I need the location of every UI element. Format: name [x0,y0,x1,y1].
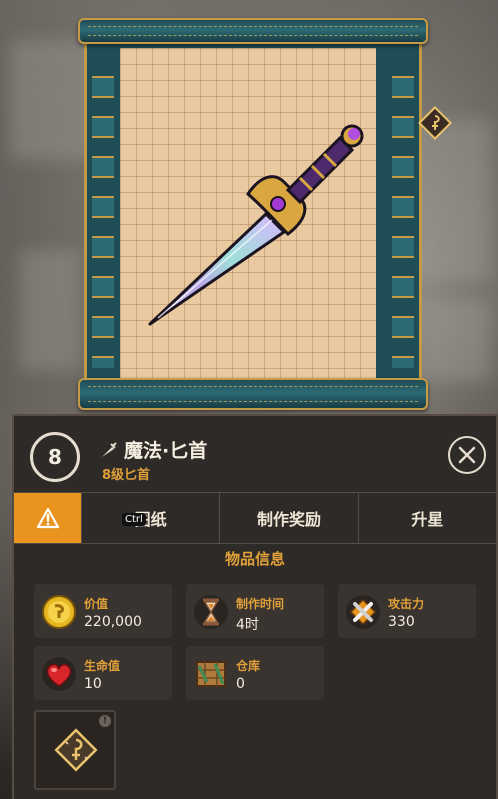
tab-bar: 图纸 Ctrl 制作奖励 升星 [14,492,496,544]
info-exclamation-icon[interactable]: ! [99,715,111,727]
warning-icon [36,507,59,529]
scroll-left-border [92,58,114,368]
stat-card-craft-time: 制作时间 4时 [186,584,324,638]
scroll-right-border [392,58,414,368]
stat-card-value: 价值 220,000 [34,584,172,638]
tab-craft-rewards-label: 制作奖励 [256,510,321,529]
section-title: 物品信息 [224,550,285,568]
crate-icon [196,661,226,687]
blueprint-symbol-icon [54,728,98,772]
blueprint-pin-icon [418,106,452,140]
ctrl-shortcut-badge: Ctrl [122,513,146,526]
stat-card-attack: 攻击力 330 [338,584,476,638]
item-info-panel: 8 魔法·匕首 8级匕首 图纸 Ctrl 制作奖励 升星 物品信息 价值 220… [12,414,498,799]
attack-swords-icon [346,595,380,629]
item-header: 8 魔法·匕首 8级匕首 [14,416,496,492]
gold-coin-icon [42,595,76,629]
stat-label: 生命值 [84,659,121,673]
stat-card-storage: 仓库 0 [186,646,324,700]
item-level-badge: 8 [30,432,80,482]
item-level: 8 [48,445,62,469]
blueprint-item-slot[interactable]: ! [34,710,116,790]
stat-label: 攻击力 [388,597,425,611]
magic-dagger-icon [148,124,364,326]
tab-blueprint[interactable]: 图纸 Ctrl [81,493,219,543]
stat-label: 制作时间 [236,597,285,611]
heart-icon [42,657,76,691]
stat-value: 4时 [236,617,259,633]
scroll-bottom-roller [78,378,428,410]
item-subtitle: 8级匕首 [102,468,151,483]
tab-upgrade-star-label: 升星 [411,510,444,529]
close-button[interactable] [448,436,486,474]
stat-card-health: 生命值 10 [34,646,172,700]
item-name: 魔法·匕首 [124,440,208,462]
close-icon [458,446,476,464]
blueprint-scroll [78,18,452,410]
stat-value: 330 [388,614,415,630]
stat-label: 仓库 [236,659,261,673]
scroll-top-roller [78,18,428,44]
stat-value: 0 [236,676,245,692]
item-title-row: 魔法·匕首 [100,436,207,463]
tab-craft-rewards[interactable]: 制作奖励 [219,493,357,543]
hourglass-icon [194,595,228,629]
tab-warning[interactable] [14,493,81,543]
stat-label: 价值 [84,597,109,611]
stat-value: 10 [84,676,102,692]
stat-value: 220,000 [84,614,142,630]
dagger-type-icon [102,441,117,457]
tab-upgrade-star[interactable]: 升星 [357,493,496,543]
